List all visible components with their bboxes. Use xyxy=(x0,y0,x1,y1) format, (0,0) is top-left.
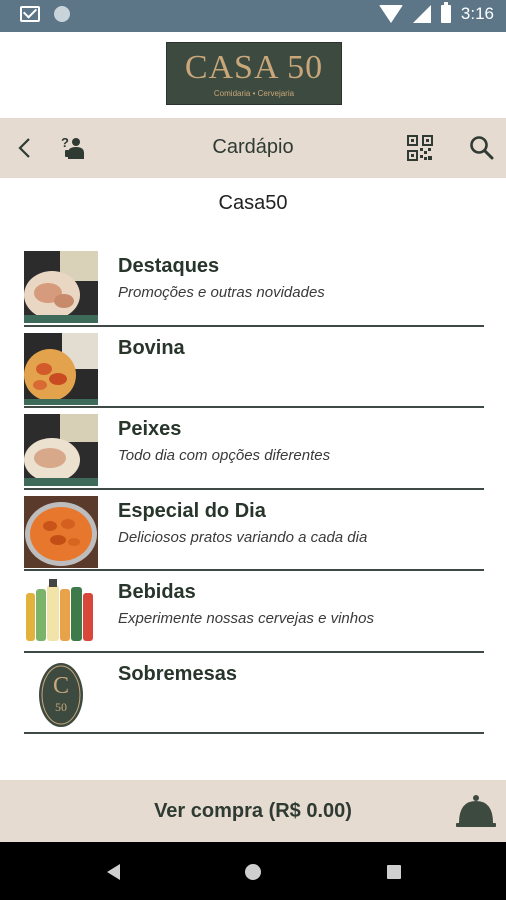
wifi-icon xyxy=(378,5,403,23)
category-thumbnail xyxy=(24,251,98,323)
svg-text:C: C xyxy=(53,673,69,699)
category-description: Promoções e outras novidades xyxy=(118,284,325,301)
system-navigation-bar xyxy=(0,842,506,900)
nav-home-icon[interactable] xyxy=(241,860,265,884)
category-thumbnail: C 50 xyxy=(24,658,98,731)
category-description: Deliciosos pratos variando a cada dia xyxy=(118,528,368,546)
menu-category-bovina[interactable]: Bovina xyxy=(24,327,484,408)
category-thumbnail xyxy=(24,577,98,649)
qr-code-icon xyxy=(407,135,433,161)
category-thumbnail xyxy=(24,332,98,405)
header-logo-area: CASA 50 Comidaria • Cervejaria xyxy=(0,32,506,118)
casa50-logo: CASA 50 Comidaria • Cervejaria xyxy=(166,42,342,105)
restaurant-name: Casa50 xyxy=(218,192,288,214)
category-title: Bebidas xyxy=(118,581,196,603)
category-title: Especial do Dia xyxy=(118,499,266,522)
svg-text:50: 50 xyxy=(55,700,67,714)
menu-category-peixes[interactable]: Peixes Todo dia com opções diferentes xyxy=(24,408,484,490)
gmail-icon xyxy=(20,6,40,22)
nav-recents-icon[interactable] xyxy=(382,860,406,884)
qr-code-button[interactable] xyxy=(400,128,440,168)
menu-category-destaques[interactable]: Destaques Promoções e outras novidades xyxy=(24,245,484,327)
category-thumbnail xyxy=(24,414,98,486)
category-title: Peixes xyxy=(118,418,182,440)
menu-category-sobremesas[interactable]: C 50 Sobremesas xyxy=(24,653,484,734)
category-title: Destaques xyxy=(118,255,220,277)
category-thumbnail xyxy=(24,495,98,568)
category-description: Experimente nossas cervejas e vinhos xyxy=(118,610,374,627)
menu-category-bebidas[interactable]: Bebidas Experimente nossas cervejas e vi… xyxy=(24,571,484,653)
view-cart-button[interactable]: Ver compra (R$ 0.00) xyxy=(0,800,506,823)
category-title: Bovina xyxy=(118,336,185,359)
search-icon xyxy=(470,136,494,160)
logo-title: CASA 50 xyxy=(184,49,324,86)
toolbar: ? Cardápio xyxy=(0,118,506,178)
circle-icon xyxy=(54,6,70,22)
status-bar: 3:16 xyxy=(0,0,506,32)
service-bell-icon[interactable] xyxy=(456,792,496,832)
category-title: Sobremesas xyxy=(118,662,237,685)
menu-category-list: Destaques Promoções e outras novidades B… xyxy=(24,245,484,734)
clock: 3:16 xyxy=(460,4,494,23)
battery-icon xyxy=(440,2,451,23)
view-cart-bar[interactable]: Ver compra (R$ 0.00) xyxy=(0,780,506,842)
logo-subtitle: Comidaria • Cervejaria xyxy=(213,89,295,98)
signal-icon xyxy=(412,5,431,23)
category-description: Todo dia com opções diferentes xyxy=(118,447,331,464)
search-button[interactable] xyxy=(462,128,502,168)
menu-category-especial-do-dia[interactable]: Especial do Dia Deliciosos pratos varian… xyxy=(24,490,484,571)
nav-back-icon[interactable] xyxy=(102,860,126,884)
